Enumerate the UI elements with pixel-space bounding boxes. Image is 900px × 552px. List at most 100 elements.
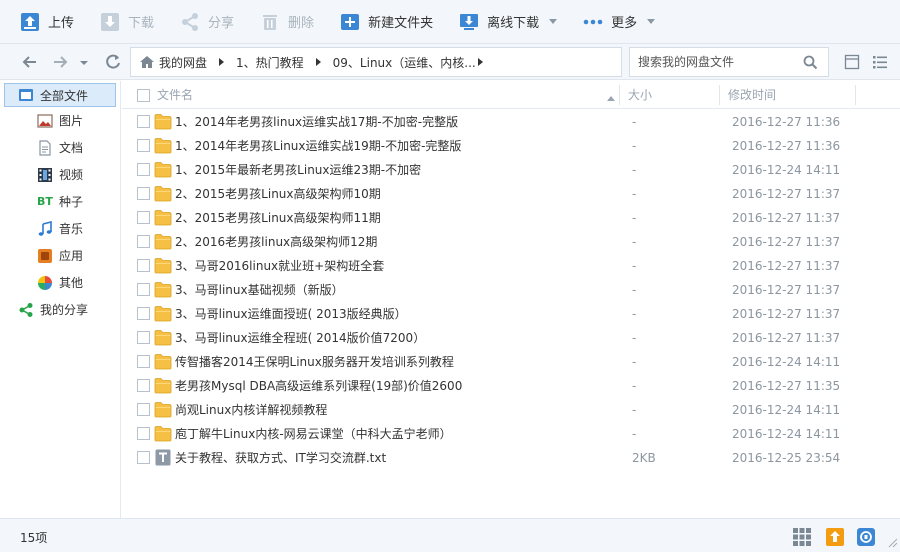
row-checkbox[interactable] xyxy=(137,331,150,344)
file-row[interactable]: 传智播客2014王保明Linux服务器开发培训系列教程 - 2016-12-24 1… xyxy=(122,350,900,374)
search-icon[interactable] xyxy=(803,55,818,73)
column-divider[interactable] xyxy=(619,85,620,105)
sidebar-item-videos[interactable]: 视频 xyxy=(0,161,120,188)
file-name[interactable]: 3、马哥linux基础视频（新版） xyxy=(175,278,344,302)
file-name[interactable]: 尚观Linux内核详解视频教程 xyxy=(175,398,327,422)
file-name[interactable]: 庖丁解牛Linux内核-网易云课堂（中科大孟宁老师） xyxy=(175,422,452,446)
file-modified-date: 2016-12-27 11:35 xyxy=(732,379,841,393)
file-name[interactable]: 2、2015老男孩Linux高级架构师11期 xyxy=(175,206,381,230)
sort-up-icon[interactable] xyxy=(606,91,616,105)
list-view-icon[interactable] xyxy=(844,54,860,70)
file-row[interactable]: 3、马哥linux运维面授班( 2013版经典版） - 2016-12-27 11:… xyxy=(122,302,900,326)
file-row[interactable]: 2、2015老男孩Linux高级架构师10期 - 2016-12-27 11:37 xyxy=(122,182,900,206)
offline-download-button[interactable]: 离线下载 xyxy=(459,0,558,44)
file-row[interactable]: 3、马哥2016linux就业班+架构班全套 - 2016-12-27 11:37 xyxy=(122,254,900,278)
sidebar-item-my-shares[interactable]: 我的分享 xyxy=(0,296,120,323)
column-divider[interactable] xyxy=(855,85,856,105)
safe-box-icon[interactable] xyxy=(856,527,876,547)
new-folder-button[interactable]: 新建文件夹 xyxy=(340,0,433,44)
file-row[interactable]: 1、2014年老男孩linux运维实战17期-不加密-完整版 - 2016-12-2… xyxy=(122,110,900,134)
file-name[interactable]: 2、2015老男孩Linux高级架构师10期 xyxy=(175,182,381,206)
breadcrumb-item-hot-tutorials[interactable]: 1、热门教程 xyxy=(236,54,304,71)
file-modified-date: 2016-12-27 11:37 xyxy=(732,307,841,321)
row-checkbox[interactable] xyxy=(137,379,150,392)
column-header-size[interactable]: 大小 xyxy=(628,81,652,109)
file-name[interactable]: 3、马哥linux运维全程班( 2014版价值7200） xyxy=(175,326,425,350)
search-input[interactable] xyxy=(638,55,798,69)
breadcrumb-item-home[interactable]: 我的网盘 xyxy=(159,54,207,71)
file-row[interactable]: 1、2015年最新老男孩Linux运维23期-不加密 - 2016-12-24 14… xyxy=(122,158,900,182)
column-header-name[interactable]: 文件名 xyxy=(157,81,193,109)
file-row[interactable]: 庖丁解牛Linux内核-网易云课堂（中科大孟宁老师） - 2016-12-24 14… xyxy=(122,422,900,446)
row-checkbox[interactable] xyxy=(137,139,150,152)
sidebar-item-torrents[interactable]: BT 种子 xyxy=(0,188,120,215)
file-name[interactable]: 关于教程、获取方式、IT学习交流群.txt xyxy=(175,446,386,470)
share-icon xyxy=(180,12,200,32)
sidebar-item-apps[interactable]: 应用 xyxy=(0,242,120,269)
sidebar-item-documents[interactable]: 文档 xyxy=(0,134,120,161)
row-checkbox[interactable] xyxy=(137,307,150,320)
file-row[interactable]: 3、马哥linux运维全程班( 2014版价值7200） - 2016-12-27 … xyxy=(122,326,900,350)
breadcrumb-separator-icon xyxy=(477,58,483,66)
file-size: - xyxy=(632,379,637,393)
history-dropdown-icon[interactable] xyxy=(78,52,90,72)
file-row[interactable]: 老男孩Mysql DBA高级运维系列课程(19部)价值2600 - 2016-12-… xyxy=(122,374,900,398)
file-name[interactable]: 1、2014年老男孩linux运维实战17期-不加密-完整版 xyxy=(175,110,458,134)
file-row[interactable]: 2、2015老男孩Linux高级架构师11期 - 2016-12-27 11:37 xyxy=(122,206,900,230)
sidebar-item-all-files[interactable]: 全部文件 xyxy=(4,83,116,107)
file-row[interactable]: 关于教程、获取方式、IT学习交流群.txt 2KB 2016-12-25 23:54 xyxy=(122,446,900,470)
sidebar-item-label: 其他 xyxy=(59,276,84,290)
toolbar: 上传 下载 分享 删除 新建文件夹 离线下载 更多 xyxy=(0,0,900,44)
grid-view-icon[interactable] xyxy=(792,527,812,547)
file-name[interactable]: 1、2014年老男孩Linux运维实战19期-不加密-完整版 xyxy=(175,134,461,158)
row-checkbox[interactable] xyxy=(137,403,150,416)
forward-arrow-icon[interactable] xyxy=(50,52,70,72)
chevron-down-icon[interactable] xyxy=(549,19,558,24)
resize-grip-icon[interactable] xyxy=(888,537,898,551)
file-name[interactable]: 2、2016老男孩linux高级架构师12期 xyxy=(175,230,377,254)
upload-button[interactable]: 上传 xyxy=(20,0,74,44)
row-checkbox[interactable] xyxy=(137,355,150,368)
refresh-icon[interactable] xyxy=(103,52,123,72)
file-name[interactable]: 1、2015年最新老男孩Linux运维23期-不加密 xyxy=(175,158,421,182)
download-button[interactable]: 下载 xyxy=(100,0,154,44)
file-name[interactable]: 老男孩Mysql DBA高级运维系列课程(19部)价值2600 xyxy=(175,374,462,398)
file-row[interactable]: 3、马哥linux基础视频（新版） - 2016-12-27 11:37 xyxy=(122,278,900,302)
sidebar-item-other[interactable]: 其他 xyxy=(0,269,120,296)
delete-button[interactable]: 删除 xyxy=(260,0,314,44)
share-button[interactable]: 分享 xyxy=(180,0,234,44)
row-checkbox[interactable] xyxy=(137,163,150,176)
breadcrumb-item-linux[interactable]: 09、Linux（运维、内核... xyxy=(333,54,476,71)
row-checkbox[interactable] xyxy=(137,451,150,464)
sidebar-item-images[interactable]: 图片 xyxy=(0,107,120,134)
file-row[interactable]: 尚观Linux内核详解视频教程 - 2016-12-24 14:11 xyxy=(122,398,900,422)
column-divider[interactable] xyxy=(719,85,720,105)
detail-view-icon[interactable] xyxy=(872,54,888,70)
sidebar-item-label: 文档 xyxy=(59,141,84,155)
row-checkbox[interactable] xyxy=(137,235,150,248)
more-button[interactable]: 更多 xyxy=(583,0,656,44)
chevron-down-icon[interactable] xyxy=(647,19,656,24)
upload-icon xyxy=(20,12,40,32)
file-row[interactable]: 1、2014年老男孩Linux运维实战19期-不加密-完整版 - 2016-12-2… xyxy=(122,134,900,158)
row-checkbox[interactable] xyxy=(137,427,150,440)
row-checkbox[interactable] xyxy=(137,187,150,200)
file-size: - xyxy=(632,211,637,225)
home-icon[interactable] xyxy=(139,54,155,70)
column-header-modified[interactable]: 修改时间 xyxy=(728,81,776,109)
file-name[interactable]: 3、马哥linux运维面授班( 2013版经典版） xyxy=(175,302,407,326)
file-name[interactable]: 传智播客2014王保明Linux服务器开发培训系列教程 xyxy=(175,350,454,374)
row-checkbox[interactable] xyxy=(137,283,150,296)
back-arrow-icon[interactable] xyxy=(20,52,40,72)
sidebar-item-label: 视频 xyxy=(59,168,84,182)
file-row[interactable]: 2、2016老男孩linux高级架构师12期 - 2016-12-27 11:37 xyxy=(122,230,900,254)
row-checkbox[interactable] xyxy=(137,211,150,224)
upload-queue-icon[interactable] xyxy=(825,527,845,547)
sidebar-item-label: 全部文件 xyxy=(40,88,89,103)
upload-label: 上传 xyxy=(48,16,75,31)
sidebar-item-music[interactable]: 音乐 xyxy=(0,215,120,242)
row-checkbox[interactable] xyxy=(137,115,150,128)
row-checkbox[interactable] xyxy=(137,259,150,272)
select-all-checkbox[interactable] xyxy=(137,89,150,102)
file-name[interactable]: 3、马哥2016linux就业班+架构班全套 xyxy=(175,254,384,278)
